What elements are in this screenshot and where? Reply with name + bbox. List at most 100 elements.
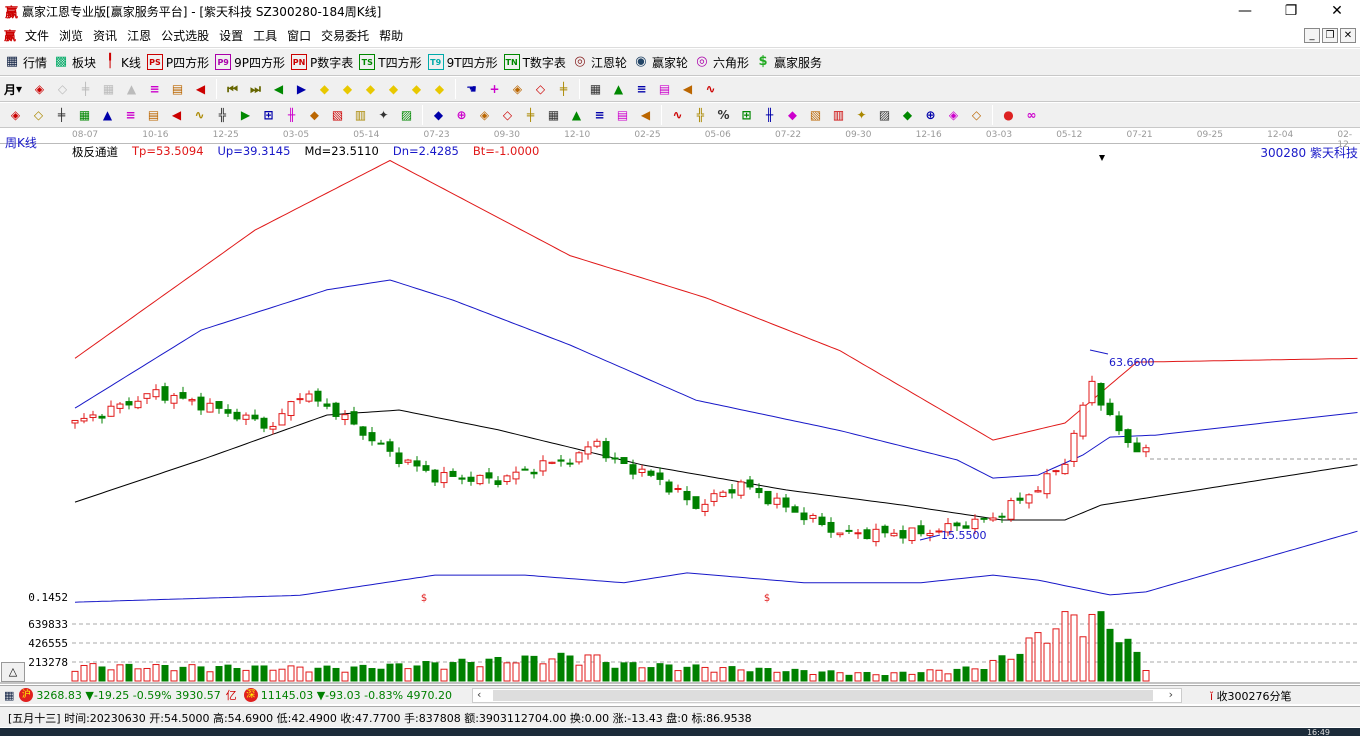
angle-icon[interactable]: ▶	[237, 107, 254, 124]
crosshair-icon[interactable]: +	[486, 81, 503, 98]
mdi-restore-icon[interactable]: ❐	[1322, 28, 1338, 43]
angle-line-icon[interactable]: ▦	[545, 107, 562, 124]
bars-icon[interactable]: ∿	[191, 107, 208, 124]
rect-icon[interactable]: ⊕	[453, 107, 470, 124]
angle3-icon[interactable]: ◆	[899, 107, 916, 124]
diamond-up-icon[interactable]: ◆	[408, 81, 425, 98]
expand-button[interactable]: △	[1, 662, 25, 682]
diamond-left-icon[interactable]: ◆	[316, 81, 333, 98]
toolbar-button[interactable]: PN P数字表	[291, 54, 353, 71]
print-icon[interactable]: ∿	[702, 81, 719, 98]
percent-red-icon[interactable]: ╬	[692, 107, 709, 124]
report-icon[interactable]: ≡	[633, 81, 650, 98]
color-icon[interactable]: ●	[1000, 107, 1017, 124]
fen-icon[interactable]: ▥	[830, 107, 847, 124]
period-select[interactable]: 月 ▾	[4, 81, 22, 98]
diamond-right-icon[interactable]: ◆	[339, 81, 356, 98]
menu-item[interactable]: 文件	[20, 27, 54, 44]
grid-icon[interactable]: ▨	[398, 107, 415, 124]
minimize-button[interactable]: —	[1222, 0, 1268, 23]
zigzag-icon[interactable]: ▲	[568, 107, 585, 124]
horizontal-scrollbar[interactable]: ‹ ›	[472, 688, 1182, 703]
fan-lines-icon[interactable]: ◈	[476, 107, 493, 124]
candle-dropdown-icon[interactable]: ≡	[146, 81, 163, 98]
gold-line-icon[interactable]: ⬥	[784, 107, 801, 124]
parallel-icon[interactable]: ▧	[329, 107, 346, 124]
width-icon[interactable]: ◆	[430, 107, 447, 124]
rocket-icon[interactable]: ▧	[807, 107, 824, 124]
n2-icon[interactable]: ╬	[214, 107, 231, 124]
box-fan-icon[interactable]: ╪	[522, 107, 539, 124]
pen-icon[interactable]: ◈	[7, 107, 24, 124]
angle6-icon[interactable]: ◇	[968, 107, 985, 124]
gray-icon[interactable]: ▲	[123, 81, 140, 98]
toolbar-button[interactable]: T9 9T四方形	[427, 54, 498, 71]
tf-icon[interactable]: ▲	[99, 107, 116, 124]
close-button[interactable]: ✕	[1314, 0, 1360, 23]
toolbar-button[interactable]: ◎ 六角形	[694, 54, 749, 71]
ying-icon[interactable]: ✦	[375, 107, 392, 124]
sh-index[interactable]: 3268.83 ▼-19.25 -0.59% 3930.57	[36, 689, 220, 702]
maximize-button[interactable]: ❐	[1268, 0, 1314, 23]
cycle-icon[interactable]: ╪	[555, 81, 572, 98]
mdi-minimize-icon[interactable]: _	[1304, 28, 1320, 43]
menu-item[interactable]: 窗口	[282, 27, 316, 44]
hash-icon[interactable]: ◇	[30, 107, 47, 124]
menu-item[interactable]: 浏览	[54, 27, 88, 44]
line-tool-icon[interactable]: ◈	[509, 81, 526, 98]
fan-icon[interactable]: ▥	[352, 107, 369, 124]
grid-red-icon[interactable]: ≡	[591, 107, 608, 124]
scroll-thumb[interactable]	[493, 690, 1153, 701]
circle-icon[interactable]: ◀	[168, 107, 185, 124]
angle4-icon[interactable]: ⊕	[922, 107, 939, 124]
tick-detail[interactable]: ǐ 收300276分笔	[1210, 688, 1292, 704]
menu-item[interactable]: 交易委托	[316, 27, 374, 44]
toolbar-button[interactable]: P9 9P四方形	[215, 54, 285, 71]
hand-icon[interactable]: ☚	[463, 81, 480, 98]
calendar-icon[interactable]: ▦	[587, 81, 604, 98]
angle5-icon[interactable]: ◈	[945, 107, 962, 124]
menu-item[interactable]: 设置	[214, 27, 248, 44]
coin-icon[interactable]: ╫	[761, 107, 778, 124]
extreme-icon[interactable]: ▤	[169, 81, 186, 98]
scroll-right-button[interactable]: ›	[1169, 688, 1173, 701]
gold2-icon[interactable]: ▦	[76, 107, 93, 124]
diamond-x-icon[interactable]: ◆	[385, 81, 402, 98]
left-icon[interactable]: ◀	[270, 81, 287, 98]
box-icon[interactable]: ⬥	[306, 107, 323, 124]
sector-icon[interactable]: ◇	[532, 81, 549, 98]
toolbar-button[interactable]: ▩ 板块	[53, 54, 96, 71]
diamond-both-icon[interactable]: ◆	[362, 81, 379, 98]
angle2-icon[interactable]: ▨	[876, 107, 893, 124]
sz-index[interactable]: 11145.03 ▼-93.03 -0.83% 4970.20	[261, 689, 452, 702]
scroll-left-button[interactable]: ‹	[477, 688, 481, 701]
infinity-icon[interactable]: ∞	[1023, 107, 1040, 124]
triangle-icon[interactable]: ◀	[192, 81, 209, 98]
first-icon[interactable]: ⏮	[224, 81, 241, 98]
gold-bar-icon[interactable]: ✦	[853, 107, 870, 124]
network-icon[interactable]: ◀	[679, 81, 696, 98]
percent-icon[interactable]: %	[715, 107, 732, 124]
toolbar-button[interactable]: ╿ K线	[102, 54, 141, 71]
menu-item[interactable]: 帮助	[374, 27, 408, 44]
toolbar-button[interactable]: TN T数字表	[503, 54, 566, 71]
arc-icon[interactable]: ◇	[499, 107, 516, 124]
percent-line-icon[interactable]: ⊞	[738, 107, 755, 124]
target-icon[interactable]: ⊞	[260, 107, 277, 124]
diagonal-icon[interactable]: ◀	[637, 107, 654, 124]
gray-icon[interactable]: ▦	[100, 81, 117, 98]
gray-icon[interactable]: ◇	[54, 81, 71, 98]
menu-item[interactable]: 江恩	[122, 27, 156, 44]
calculator-icon[interactable]: ▲	[610, 81, 627, 98]
table-icon[interactable]: ∿	[669, 107, 686, 124]
grid-red2-icon[interactable]: ▤	[614, 107, 631, 124]
gray-icon[interactable]: ╪	[77, 81, 94, 98]
menu-item[interactable]: 工具	[248, 27, 282, 44]
menu-item[interactable]: 资讯	[88, 27, 122, 44]
toolbar-button[interactable]: $ 赢家服务	[755, 54, 822, 71]
right-icon[interactable]: ▶	[293, 81, 310, 98]
toolbar-button[interactable]: ◎ 江恩轮	[572, 54, 627, 71]
star-icon[interactable]: ╫	[283, 107, 300, 124]
quote-icon[interactable]: ▦	[4, 689, 14, 702]
mdi-close-icon[interactable]: ✕	[1340, 28, 1356, 43]
